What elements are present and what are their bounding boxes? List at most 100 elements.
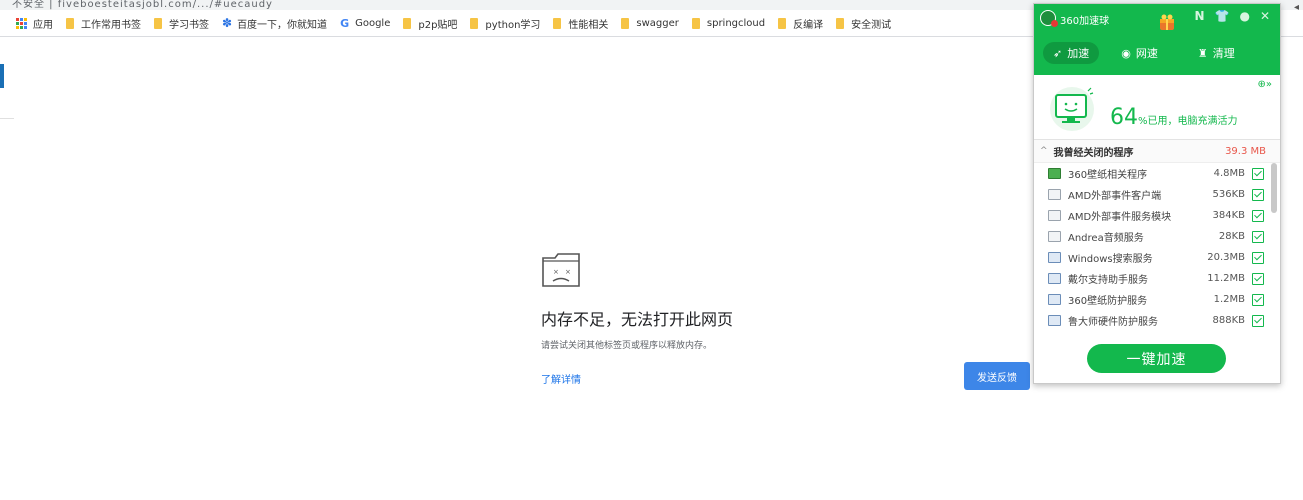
bookmark-label: python学习	[485, 19, 541, 31]
bookmark-folder-python[interactable]: python学习	[470, 16, 540, 31]
list-item[interactable]: AMD外部事件服务模块 384KB	[1034, 205, 1280, 226]
error-title: 内存不足，无法打开此网页	[541, 310, 734, 329]
folder-icon	[778, 17, 787, 29]
apps-grid-icon	[16, 17, 27, 29]
bookmark-label: Google	[355, 17, 391, 29]
google-g-icon: G	[340, 16, 350, 30]
window-edge-icon: ◂	[1293, 2, 1299, 13]
bookmark-folder-springcloud[interactable]: springcloud	[691, 17, 766, 29]
item-name: 鲁大师硬件防护服务	[1068, 317, 1158, 328]
collapse-caret-icon[interactable]: ^	[1040, 146, 1048, 156]
folder-icon	[66, 17, 74, 29]
item-checkbox[interactable]	[1252, 272, 1264, 285]
bookmark-label: 百度一下，你就知道	[237, 19, 328, 31]
bookmark-label: 应用	[33, 19, 53, 31]
item-name: 戴尔支持助手服务	[1068, 275, 1148, 286]
tab-label: 网速	[1135, 47, 1158, 60]
list-item[interactable]: 鲁大师硬件防护服务 888KB	[1034, 310, 1280, 330]
broom-icon: ♜	[1197, 46, 1208, 60]
learn-more-link[interactable]: 了解详情	[541, 371, 581, 386]
list-item[interactable]: Andrea音频服务 28KB	[1034, 226, 1280, 247]
item-size: 536KB	[1212, 189, 1245, 200]
folder-icon	[403, 17, 412, 29]
folder-icon	[154, 17, 162, 29]
shirt-icon[interactable]: 👕	[1215, 9, 1230, 23]
memory-text: %已用，电脑充满活力	[1138, 116, 1238, 127]
list-item[interactable]: 360壁纸相关程序 4.8MB	[1034, 163, 1280, 184]
item-size: 4.8MB	[1213, 168, 1245, 179]
list-item[interactable]: AMD外部事件客户端 536KB	[1034, 184, 1280, 205]
popup-tabs: ➶ 加速 ◉ 网速 ♜ 清理	[1034, 42, 1280, 64]
bookmark-folder-security[interactable]: 安全测试	[836, 16, 891, 31]
list-item[interactable]: Windows搜索服务 20.3MB	[1034, 247, 1280, 268]
send-feedback-button[interactable]: 发送反馈	[964, 362, 1030, 390]
item-checkbox[interactable]	[1252, 314, 1264, 327]
memory-status: ⊕» 64%已用，电脑充满活力	[1034, 75, 1280, 140]
bookmark-folder-swagger[interactable]: swagger	[621, 17, 679, 29]
bookmark-label: p2p贴吧	[418, 19, 458, 31]
bookmark-baidu[interactable]: ✽ 百度一下，你就知道	[222, 16, 327, 31]
error-description: 请尝试关闭其他标签页或程序以释放内存。	[541, 341, 713, 351]
item-checkbox[interactable]	[1252, 188, 1264, 201]
service-icon	[1048, 294, 1061, 305]
bookmark-apps[interactable]: 应用	[16, 16, 53, 31]
address-fragment: 不安全 | fiveboesteitasjobl.com/.../#uecaud…	[12, 0, 273, 10]
program-icon	[1048, 231, 1061, 242]
wallpaper-app-icon	[1048, 168, 1061, 179]
item-checkbox[interactable]	[1252, 251, 1264, 264]
tab-label: 清理	[1212, 47, 1235, 60]
bookmark-label: 安全测试	[851, 19, 892, 31]
closed-programs-title: 我曾经关闭的程序	[1053, 147, 1134, 159]
bookmark-folder-decompile[interactable]: 反编译	[778, 16, 823, 31]
left-edge-divider	[0, 118, 14, 119]
tab-accelerate[interactable]: ➶ 加速	[1043, 42, 1100, 64]
list-item[interactable]: 戴尔支持助手服务 11.2MB	[1034, 268, 1280, 289]
popup-title: 360加速球	[1060, 16, 1110, 27]
closed-programs-header[interactable]: ^ 我曾经关闭的程序 39.3 MB	[1034, 140, 1280, 163]
item-size: 384KB	[1212, 210, 1245, 221]
n-badge-icon[interactable]: N	[1194, 9, 1204, 23]
item-checkbox[interactable]	[1252, 230, 1264, 243]
folder-icon	[470, 17, 479, 29]
list-item[interactable]: 360壁纸防护服务 1.2MB	[1034, 289, 1280, 310]
item-name: Windows搜索服务	[1068, 254, 1153, 265]
close-icon[interactable]: ✕	[1260, 9, 1270, 23]
bookmark-folder-p2p[interactable]: p2p贴吧	[403, 16, 457, 31]
bookmark-folder-study[interactable]: 学习书签	[154, 16, 209, 31]
item-size: 888KB	[1212, 315, 1245, 326]
accelerator-popup: 360加速球 N 👕 ● ✕ ➶ 加速 ◉ 网速 ♜ 清理 ⊕» 64%已用，电…	[1033, 3, 1281, 384]
program-icon	[1048, 189, 1061, 200]
service-icon	[1048, 315, 1061, 326]
item-checkbox[interactable]	[1252, 209, 1264, 222]
bookmark-label: swagger	[636, 17, 679, 29]
item-size: 1.2MB	[1213, 294, 1245, 305]
bookmark-label: 反编译	[793, 19, 824, 31]
bookmark-folder-performance[interactable]: 性能相关	[553, 16, 608, 31]
baidu-paw-icon: ✽	[222, 16, 233, 30]
gift-icon[interactable]	[1158, 13, 1176, 31]
item-checkbox[interactable]	[1252, 293, 1264, 306]
item-name: Andrea音频服务	[1068, 233, 1144, 244]
service-icon	[1048, 252, 1061, 263]
svg-text:×: ×	[553, 268, 559, 276]
header-actions: N 👕 ● ✕	[1194, 9, 1270, 23]
chat-icon[interactable]: ●	[1239, 9, 1249, 23]
memory-percent: 64	[1110, 105, 1138, 130]
closed-programs-list: 360壁纸相关程序 4.8MB AMD外部事件客户端 536KB AMD外部事件…	[1034, 163, 1280, 330]
bookmark-label: springcloud	[706, 17, 766, 29]
item-checkbox[interactable]	[1252, 167, 1264, 180]
svg-text:×: ×	[565, 268, 571, 276]
accelerator-logo-icon	[1040, 10, 1058, 27]
item-name: 360壁纸防护服务	[1068, 296, 1148, 307]
list-scrollbar[interactable]	[1271, 163, 1277, 213]
bookmark-google[interactable]: G Google	[340, 17, 390, 30]
tab-label: 加速	[1067, 47, 1090, 60]
tab-clean[interactable]: ♜ 清理	[1198, 45, 1235, 61]
bookmark-folder-work[interactable]: 工作常用书签	[66, 16, 141, 31]
item-size: 28KB	[1218, 231, 1245, 242]
sad-tab-icon: × ×	[542, 253, 580, 287]
one-click-boost-button[interactable]: 一键加速	[1087, 344, 1226, 373]
gamepad-icon[interactable]: ⊕»	[1258, 79, 1273, 90]
memory-usage: 64%已用，电脑充满活力	[1110, 105, 1238, 130]
tab-network-speed[interactable]: ◉ 网速	[1121, 45, 1158, 61]
